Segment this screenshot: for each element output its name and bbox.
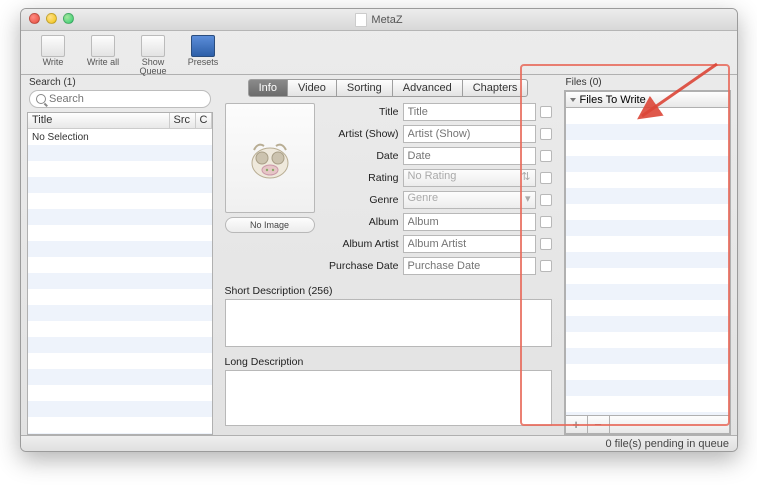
presets-icon: [191, 35, 215, 57]
purchase-date-field[interactable]: [403, 257, 536, 275]
purchase-date-label: Purchase Date: [323, 260, 399, 272]
files-list[interactable]: [565, 107, 731, 416]
album-artist-check[interactable]: [540, 238, 552, 250]
search-input[interactable]: [49, 93, 204, 105]
rating-label: Rating: [323, 172, 399, 184]
app-window: MetaZ Write Write all Show Queue Presets…: [20, 8, 738, 452]
album-artist-field[interactable]: [403, 235, 536, 253]
artist-check[interactable]: [540, 128, 552, 140]
album-check[interactable]: [540, 216, 552, 228]
titlebar: MetaZ: [21, 9, 737, 31]
write-all-button[interactable]: Write all: [79, 33, 127, 67]
artist-label: Artist (Show): [323, 128, 399, 140]
status-text: 0 file(s) pending in queue: [605, 438, 729, 450]
album-artist-label: Album Artist: [323, 238, 399, 250]
show-queue-button[interactable]: Show Queue: [129, 33, 177, 76]
remove-file-button[interactable]: −: [588, 416, 610, 433]
album-label: Album: [323, 216, 399, 228]
disclosure-triangle-icon[interactable]: [570, 98, 576, 102]
tab-info[interactable]: Info: [248, 79, 288, 97]
col-c[interactable]: C: [196, 113, 212, 128]
files-header[interactable]: Files To Write: [565, 91, 731, 107]
title-field[interactable]: [403, 103, 536, 121]
tab-video[interactable]: Video: [288, 79, 337, 97]
tab-chapters[interactable]: Chapters: [463, 79, 529, 97]
window-title: MetaZ: [355, 13, 402, 27]
write-all-icon: [91, 35, 115, 57]
short-desc-label: Short Description (256): [225, 285, 552, 297]
status-bar: 0 file(s) pending in queue: [21, 435, 737, 451]
album-field[interactable]: [403, 213, 536, 231]
artwork-well[interactable]: [225, 103, 315, 213]
artist-field[interactable]: [403, 125, 536, 143]
zoom-icon[interactable]: [63, 13, 74, 24]
cow-placeholder-icon: [240, 128, 300, 188]
search-results-list[interactable]: Title Src C No Selection: [27, 112, 213, 435]
search-panel: Search (1) Title Src C No Selection: [27, 75, 213, 435]
col-title[interactable]: Title: [28, 113, 170, 128]
col-src[interactable]: Src: [170, 113, 196, 128]
minimize-icon[interactable]: [46, 13, 57, 24]
date-field[interactable]: [403, 147, 536, 165]
date-label: Date: [323, 150, 399, 162]
files-panel: Files (0) Files To Write + −: [564, 75, 732, 435]
title-check[interactable]: [540, 106, 552, 118]
presets-button[interactable]: Presets: [179, 33, 227, 67]
no-image-button[interactable]: No Image: [225, 217, 315, 233]
detail-panel: Info Video Sorting Advanced Chapters: [219, 75, 558, 435]
rating-check[interactable]: [540, 172, 552, 184]
rating-select[interactable]: No Rating ⇅: [403, 169, 536, 187]
tab-sorting[interactable]: Sorting: [337, 79, 393, 97]
short-desc-field[interactable]: [225, 299, 552, 347]
toolbar: Write Write all Show Queue Presets: [21, 31, 737, 75]
purchase-date-check[interactable]: [540, 260, 552, 272]
document-icon: [355, 13, 367, 27]
long-desc-field[interactable]: [225, 370, 552, 426]
tab-advanced[interactable]: Advanced: [393, 79, 463, 97]
search-panel-label: Search (1): [29, 77, 213, 88]
close-icon[interactable]: [29, 13, 40, 24]
detail-tabs: Info Video Sorting Advanced Chapters: [248, 79, 529, 97]
search-icon: [36, 94, 46, 104]
write-button[interactable]: Write: [29, 33, 77, 67]
write-icon: [41, 35, 65, 57]
date-check[interactable]: [540, 150, 552, 162]
genre-check[interactable]: [540, 194, 552, 206]
genre-label: Genre: [323, 194, 399, 206]
add-file-button[interactable]: +: [566, 416, 588, 433]
long-desc-label: Long Description: [225, 356, 552, 368]
files-panel-label: Files (0): [566, 77, 732, 88]
title-label: Title: [323, 106, 399, 118]
genre-select[interactable]: Genre ▾: [403, 191, 536, 209]
list-item[interactable]: No Selection: [28, 129, 212, 145]
search-field-wrap[interactable]: [29, 90, 211, 108]
queue-icon: [141, 35, 165, 57]
